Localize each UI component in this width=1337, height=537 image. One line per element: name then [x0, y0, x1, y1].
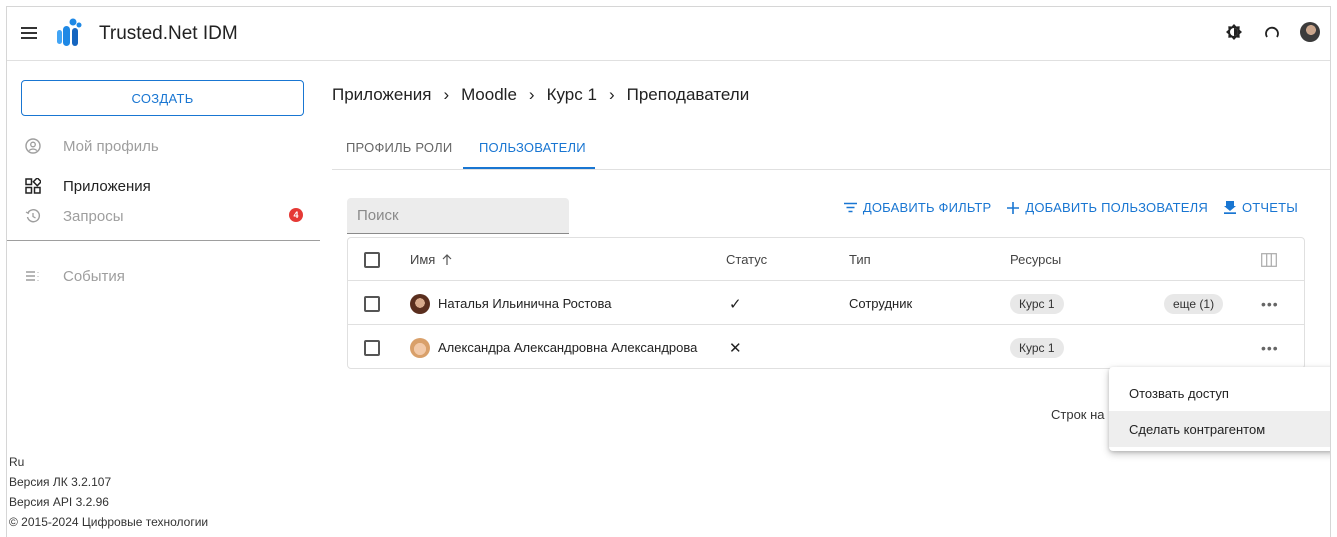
version-api: Версия API 3.2.96	[9, 495, 109, 509]
breadcrumb-item[interactable]: Курс 1	[547, 85, 597, 105]
users-table: Имя Статус Тип Ресурсы Наталья Ильинична…	[347, 237, 1305, 369]
sidebar-item-label: События	[63, 267, 125, 285]
sidebar: СОЗДАТЬ Мой профиль Приложения Запросы 4	[7, 62, 320, 537]
more-resources-chip[interactable]: еще (1)	[1164, 293, 1224, 314]
breadcrumb-item[interactable]: Приложения	[332, 85, 431, 105]
row-checkbox[interactable]	[364, 339, 380, 356]
chevron-right-icon: ›	[608, 85, 615, 104]
row-checkbox[interactable]	[364, 295, 380, 312]
toolbar-actions: ДОБАВИТЬ ФИЛЬТР ДОБАВИТЬ ПОЛЬЗОВАТЕЛЯ ОТ…	[843, 200, 1298, 215]
sidebar-item-label: Запросы	[63, 207, 124, 225]
profile-icon	[25, 138, 41, 154]
avatar	[410, 337, 430, 358]
resource-chip[interactable]: Курс 1	[1010, 337, 1064, 358]
sidebar-item-label: Мой профиль	[63, 137, 159, 155]
column-header-type[interactable]: Тип	[849, 238, 871, 281]
sort-ascending-icon	[442, 253, 452, 265]
reports-label: ОТЧЕТЫ	[1241, 200, 1298, 215]
sidebar-item-label: Приложения	[63, 177, 151, 195]
add-filter-label: ДОБАВИТЬ ФИЛЬТР	[862, 200, 992, 215]
column-header-resources[interactable]: Ресурсы	[1010, 238, 1061, 281]
sidebar-item-events[interactable]: События	[7, 263, 320, 289]
menu-item-make-counterparty[interactable]: Сделать контрагентом	[1109, 411, 1330, 447]
add-user-button[interactable]: ДОБАВИТЬ ПОЛЬЗОВАТЕЛЯ	[1007, 200, 1208, 215]
table-row[interactable]: Александра Александровна Александрова ✕ …	[348, 326, 1304, 369]
sidebar-divider	[7, 240, 320, 241]
user-name[interactable]: Александра Александровна Александрова	[438, 340, 697, 355]
search-input[interactable]	[347, 198, 569, 233]
add-user-label: ДОБАВИТЬ ПОЛЬЗОВАТЕЛЯ	[1025, 200, 1208, 215]
app-bar: Trusted.Net IDM	[7, 7, 1330, 61]
user-name[interactable]: Наталья Ильинична Ростова	[438, 296, 611, 311]
app-title: Trusted.Net IDM	[99, 23, 238, 44]
copyright: © 2015-2024 Цифровые технологии	[9, 515, 209, 529]
language-selector[interactable]: Ru	[9, 452, 208, 472]
column-header-status[interactable]: Статус	[726, 238, 767, 281]
refresh-icon[interactable]	[1262, 22, 1282, 42]
breadcrumb: Приложения › Moodle › Курс 1 › Преподава…	[332, 85, 749, 105]
sidebar-item-profile[interactable]: Мой профиль	[7, 133, 320, 159]
add-filter-button[interactable]: ДОБАВИТЬ ФИЛЬТР	[843, 200, 992, 215]
column-header-name[interactable]: Имя	[410, 238, 453, 281]
status-active-icon: ✓	[729, 295, 742, 313]
user-avatar[interactable]	[1300, 22, 1320, 42]
table-row[interactable]: Наталья Ильинична Ростова ✓ Сотрудник Ку…	[348, 282, 1304, 325]
table-header-row: Имя Статус Тип Ресурсы	[348, 238, 1304, 281]
tab-role-profile[interactable]: ПРОФИЛЬ РОЛИ	[346, 140, 452, 155]
resource-chip[interactable]: Курс 1	[1010, 293, 1064, 314]
create-button[interactable]: СОЗДАТЬ	[21, 80, 304, 116]
search-field	[347, 198, 569, 234]
apps-icon	[25, 178, 41, 194]
tabs: ПРОФИЛЬ РОЛИ ПОЛЬЗОВАТЕЛИ	[332, 124, 1330, 170]
version-lk: Версия ЛК 3.2.107	[9, 475, 112, 489]
active-tab-indicator	[463, 167, 595, 169]
more-options-icon[interactable]: •••	[1261, 296, 1279, 312]
select-all-checkbox[interactable]	[364, 251, 380, 268]
avatar	[410, 293, 430, 314]
reports-button[interactable]: ОТЧЕТЫ	[1223, 200, 1298, 215]
columns-settings-icon[interactable]	[1261, 238, 1277, 281]
history-icon	[25, 208, 41, 224]
breadcrumb-item-current: Преподаватели	[626, 85, 750, 104]
breadcrumb-item[interactable]: Moodle	[461, 85, 517, 105]
status-inactive-icon: ✕	[729, 339, 742, 357]
column-header-name-label: Имя	[410, 252, 436, 267]
more-options-icon[interactable]: •••	[1261, 340, 1279, 356]
sidebar-item-requests[interactable]: Запросы 4	[7, 203, 320, 229]
chevron-right-icon: ›	[443, 85, 450, 104]
tab-users[interactable]: ПОЛЬЗОВАТЕЛИ	[479, 140, 586, 155]
plus-icon	[1007, 201, 1020, 214]
app-logo-icon	[57, 18, 82, 46]
chevron-right-icon: ›	[528, 85, 535, 104]
footer-info: Ru Версия ЛК 3.2.107 Версия API 3.2.96 ©…	[9, 452, 208, 532]
list-icon	[25, 268, 41, 284]
download-icon	[1223, 201, 1236, 214]
theme-toggle-icon[interactable]	[1224, 22, 1244, 42]
menu-item-revoke-access[interactable]: Отозвать доступ	[1109, 375, 1330, 411]
sidebar-item-apps[interactable]: Приложения	[7, 173, 320, 199]
requests-count-badge: 4	[289, 208, 303, 222]
menu-icon[interactable]	[21, 27, 37, 39]
row-context-menu: Отозвать доступ Сделать контрагентом	[1109, 367, 1330, 451]
user-type: Сотрудник	[849, 296, 913, 311]
rows-per-page-label: Строк на	[1051, 407, 1105, 422]
filter-icon	[843, 202, 857, 213]
app-window: Trusted.Net IDM СОЗДАТЬ Мой профиль Прил…	[6, 6, 1331, 537]
